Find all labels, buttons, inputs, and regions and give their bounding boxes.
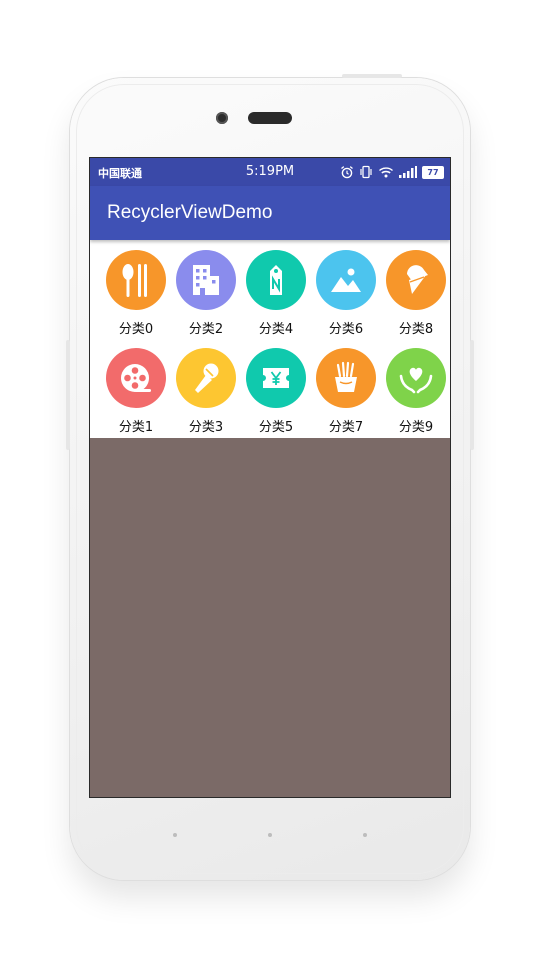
ticket-icon (263, 368, 289, 388)
category-label: 分类9 (398, 420, 434, 435)
front-camera (216, 112, 228, 124)
nav-back-dot[interactable] (173, 833, 177, 837)
category-item[interactable]: 分类8 (380, 240, 450, 337)
category-icon-circle (106, 348, 166, 408)
category-icon-circle (386, 348, 446, 408)
ice-cream-icon (407, 265, 428, 294)
category-icon-circle (316, 348, 376, 408)
category-label: 分类0 (118, 322, 154, 337)
nav-menu-dot[interactable] (363, 833, 367, 837)
category-label: 分类1 (118, 420, 154, 435)
toolbar-title: RecyclerViewDemo (107, 202, 273, 223)
microphone-icon (195, 363, 219, 393)
category-icon-circle (316, 250, 376, 310)
category-item[interactable]: 分类3 (170, 338, 240, 435)
status-bar: 中国联通 5:19PM 77 (90, 158, 450, 186)
volume-button-left (66, 340, 70, 450)
category-grid: 分类0 分类1 分类2 分类3 分类4 分类5 分类6 分类7 分类8 分类9 (90, 240, 450, 438)
category-label: 分类4 (258, 322, 294, 337)
app-screen: 中国联通 5:19PM 77 RecyclerViewDemo 分类0 分类1 … (89, 157, 451, 798)
category-icon-circle (386, 250, 446, 310)
wifi-icon (378, 165, 394, 179)
film-reel-icon (121, 364, 151, 392)
vibrate-icon (359, 165, 373, 179)
category-label: 分类2 (188, 322, 224, 337)
category-label: 分类5 (258, 420, 294, 435)
landscape-icon (331, 268, 361, 292)
signal-icon (399, 166, 417, 178)
category-label: 分类6 (328, 322, 364, 337)
alarm-icon (340, 165, 354, 179)
fries-icon (335, 361, 357, 392)
category-label: 分类3 (188, 420, 224, 435)
category-item[interactable]: 分类5 (240, 338, 310, 435)
tag-icon (270, 265, 282, 295)
category-label: 分类7 (328, 420, 364, 435)
category-icon-circle (176, 348, 236, 408)
status-icons: 77 (340, 164, 444, 180)
heart-hands-icon (399, 367, 433, 394)
nav-home-dot[interactable] (268, 833, 272, 837)
category-icon-circle (246, 250, 306, 310)
category-icon-circle (246, 348, 306, 408)
power-button (342, 74, 402, 78)
category-icon-circle (176, 250, 236, 310)
volume-button-right (470, 340, 474, 450)
utensils-icon (122, 264, 147, 297)
earpiece-speaker (248, 112, 292, 124)
category-item[interactable]: 分类6 (310, 240, 380, 337)
category-item[interactable]: 分类4 (240, 240, 310, 337)
building-icon (193, 265, 219, 295)
battery-icon: 77 (422, 165, 444, 179)
category-label: 分类8 (398, 322, 434, 337)
category-item[interactable]: 分类0 (100, 240, 170, 337)
category-item[interactable]: 分类1 (100, 338, 170, 435)
category-item[interactable]: 分类9 (380, 338, 450, 435)
category-item[interactable]: 分类2 (170, 240, 240, 337)
category-item[interactable]: 分类7 (310, 338, 380, 435)
category-icon-circle (106, 250, 166, 310)
app-toolbar: RecyclerViewDemo (90, 186, 450, 240)
